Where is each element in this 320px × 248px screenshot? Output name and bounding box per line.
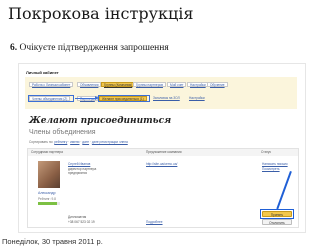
member-name[interactable]: Александр <box>38 191 56 195</box>
phone-number: +38 067 523 02 19 <box>68 220 95 224</box>
cabinet-menu: Работа с Личным кабинет Объявления Групп… <box>25 77 297 109</box>
details-link[interactable]: Подробнее <box>146 220 163 224</box>
section-title: Желают присоединиться <box>29 116 172 126</box>
menu-item-training[interactable]: Обучение <box>207 82 228 87</box>
sort-label: Сортировать по: <box>29 140 54 144</box>
menu-item-header[interactable]: Заголовок на ЗОЛ <box>151 96 182 101</box>
decline-button[interactable]: Отклонить <box>262 219 292 225</box>
sort-by-rating-link[interactable]: рейтингу <box>54 140 67 144</box>
page-heading: Личный кабинет <box>26 70 59 75</box>
menu-item-account[interactable]: Мой счет <box>167 82 187 87</box>
members-highlight-box <box>28 95 74 102</box>
join-requests-table: Сотрудники партнера Предложение компании… <box>27 148 299 228</box>
step-instruction: 6. Очікуєте підтвердження запрошення <box>10 43 169 53</box>
slide-date: Понеділок, 30 травня 2011 р. <box>2 237 103 246</box>
sort-by-name-link[interactable]: имени <box>70 140 79 144</box>
menu-item-cabinet[interactable]: Работа с Личным кабинет <box>29 82 74 87</box>
column-header-employees: Сотрудники партнера <box>28 149 143 156</box>
embedded-site-screenshot: Личный кабинет Работа с Личным кабинет О… <box>18 63 306 233</box>
section-subtitle: Члены объединения <box>29 129 96 136</box>
step-text: Очікуєте підтвердження запрошення <box>19 43 169 53</box>
sort-filter-row: Сортировать по: рейтингу · имени · дате … <box>29 140 128 144</box>
column-header-status: Статус <box>258 149 298 156</box>
member-rating-bar <box>38 202 60 205</box>
company-title-link[interactable]: Сергей Иванов <box>68 162 90 166</box>
want-to-join-highlight-box <box>98 95 150 102</box>
sort-by-date-link[interactable]: дате <box>82 140 89 144</box>
member-photo[interactable] <box>38 161 60 188</box>
connector-arrow <box>75 96 99 100</box>
pointer-arrow <box>276 171 292 210</box>
slide-title: Покрокова інструкція <box>8 4 194 23</box>
column-header-offer: Предложение компании <box>143 149 258 156</box>
menu-item-partner-groups[interactable]: Группы партнеров <box>133 82 166 87</box>
member-rating: Рейтинг: 9.8 <box>38 197 56 201</box>
write-letter-link[interactable]: Написать письмо <box>262 162 288 166</box>
view-link[interactable]: Посмотреть <box>262 167 280 171</box>
menu-item-groups-company[interactable]: Группы (Компания) <box>101 82 136 87</box>
menu-item-settings-2[interactable]: Настройки <box>187 96 207 101</box>
arrow-head-icon <box>95 96 99 100</box>
company-line-2: предприятия <box>68 171 88 175</box>
phone-label: Дипломатия <box>68 215 87 219</box>
step-number: 6. <box>10 43 18 53</box>
menu-item-ads[interactable]: Объявления <box>77 82 102 87</box>
sort-by-reg-date-link[interactable]: дате регистрации члена <box>92 140 128 144</box>
menu-item-settings[interactable]: Настройки <box>187 82 209 87</box>
offer-url-link[interactable]: http://site.ua/uemc.ua/ <box>146 162 177 166</box>
accept-highlight-ring <box>260 209 294 219</box>
